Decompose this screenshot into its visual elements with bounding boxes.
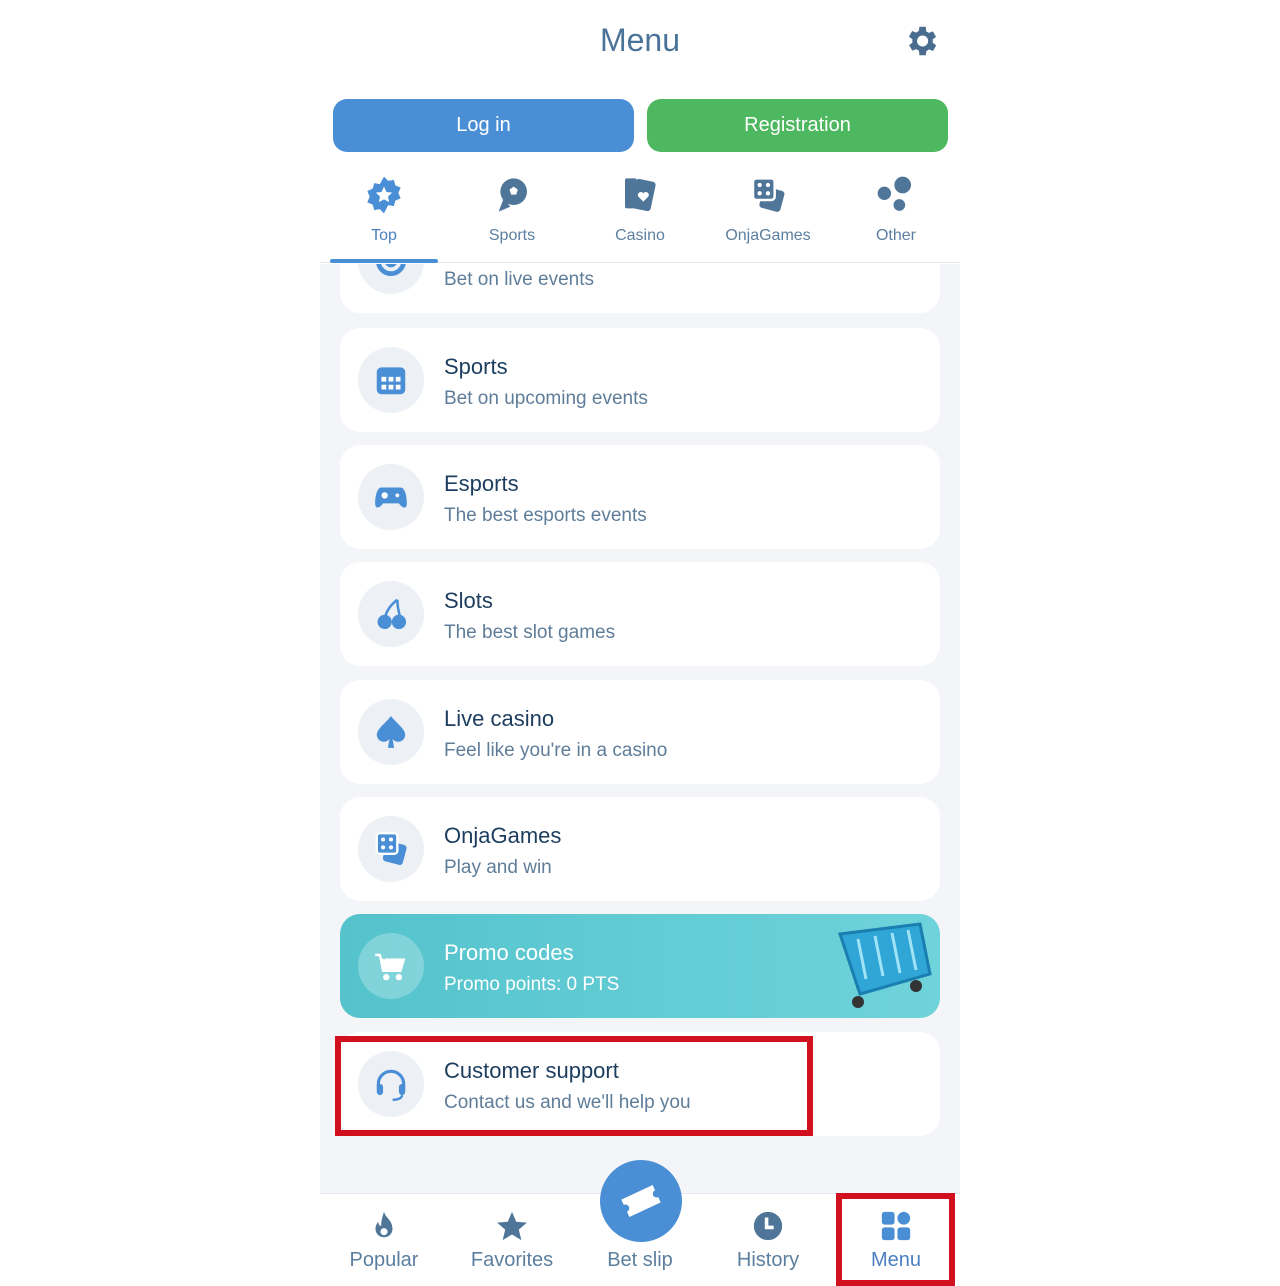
item-subtitle: Bet on live events — [444, 269, 594, 290]
tab-onjagames[interactable]: OnjaGames — [704, 175, 832, 262]
soccer-ball-icon — [498, 178, 527, 212]
live-icon — [358, 264, 424, 294]
menu-item-onjagames[interactable]: OnjaGames Play and win — [340, 797, 940, 901]
tab-label: Sports — [488, 227, 536, 244]
gamepad-icon — [358, 464, 424, 530]
nav-label: Bet slip — [607, 1249, 673, 1271]
star-badge-icon — [367, 176, 401, 214]
dice-icon — [751, 177, 785, 212]
bet-slip-button[interactable] — [600, 1160, 682, 1242]
tab-label: Top — [371, 227, 397, 244]
dice-icon — [358, 816, 424, 882]
registration-button[interactable]: Registration — [647, 99, 948, 152]
cart-icon — [358, 933, 424, 999]
menu-item-live-casino[interactable]: Live casino Feel like you're in a casino — [340, 680, 940, 784]
menu-item-sports[interactable]: Sports Bet on upcoming events — [340, 328, 940, 432]
menu-item-slots[interactable]: Slots The best slot games — [340, 562, 940, 666]
nav-favorites[interactable]: Favorites — [448, 1194, 576, 1280]
highlight-menu-nav — [836, 1193, 955, 1286]
item-title: Sports — [444, 354, 508, 379]
login-button[interactable]: Log in — [333, 99, 634, 152]
highlight-customer-support — [335, 1036, 813, 1136]
item-subtitle: Play and win — [444, 857, 552, 878]
flame-icon — [375, 1211, 393, 1238]
tab-label: Casino — [615, 227, 665, 244]
nav-label: Popular — [349, 1249, 419, 1271]
item-title: Promo codes — [444, 940, 574, 965]
star-icon — [497, 1211, 527, 1241]
item-title: OnjaGames — [444, 823, 562, 848]
basket-illustration-icon — [837, 922, 932, 1008]
bubbles-icon — [877, 176, 911, 211]
cherry-icon — [358, 581, 424, 647]
nav-label: History — [736, 1249, 800, 1271]
item-title: Esports — [444, 471, 519, 496]
calendar-icon — [358, 347, 424, 413]
tab-label: OnjaGames — [725, 227, 811, 244]
item-subtitle: Promo points: 0 PTS — [444, 974, 620, 995]
item-subtitle: The best slot games — [444, 622, 616, 643]
item-subtitle: Feel like you're in a casino — [444, 740, 668, 761]
item-title: Live casino — [444, 706, 555, 731]
gear-icon[interactable] — [902, 22, 940, 60]
tab-other[interactable]: Other — [832, 175, 960, 262]
menu-item-esports[interactable]: Esports The best esports events — [340, 445, 940, 549]
clock-icon — [753, 1211, 783, 1241]
tab-label: Other — [875, 227, 916, 244]
tab-casino[interactable]: Casino — [576, 175, 704, 262]
item-title: Slots — [444, 588, 493, 613]
menu-item-live[interactable]: Bet on live events — [340, 264, 940, 313]
tab-sports[interactable]: Sports — [448, 175, 576, 262]
nav-label: Favorites — [470, 1249, 554, 1271]
tab-top[interactable]: Top — [320, 175, 448, 263]
cards-icon — [625, 178, 656, 212]
item-subtitle: The best esports events — [444, 505, 647, 526]
ticket-icon — [621, 1185, 661, 1217]
category-tabs: Top Sports Casino OnjaGames Other — [320, 175, 960, 263]
nav-popular[interactable]: Popular — [320, 1194, 448, 1280]
item-subtitle: Bet on upcoming events — [444, 388, 648, 409]
nav-history[interactable]: History — [704, 1194, 832, 1280]
spade-icon — [358, 699, 424, 765]
promo-codes-banner[interactable]: Promo codes Promo points: 0 PTS — [340, 914, 940, 1018]
page-title: Menu — [599, 22, 681, 58]
